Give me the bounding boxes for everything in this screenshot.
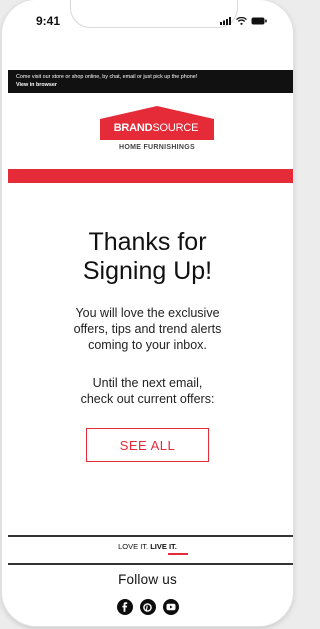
status-icons	[220, 17, 267, 25]
headline-line-2: Signing Up!	[82, 257, 213, 285]
status-time: 9:41	[36, 14, 61, 28]
logo-brand-bold: BRAND	[113, 122, 153, 134]
brandsource-logo[interactable]: BRANDSOURCE HOME FURNISHINGS	[2, 106, 293, 160]
headline-line-1: Thanks for	[88, 228, 207, 256]
social-links	[2, 599, 293, 615]
footer-divider-bottom	[8, 563, 293, 565]
intro-line-1: You will love the exclusive	[75, 306, 220, 320]
intro-line-3: coming to your inbox.	[88, 338, 207, 352]
offers-line-1: Until the next email,	[92, 376, 203, 390]
intro-line-2: offers, tips and trend alerts	[73, 322, 222, 336]
view-in-browser-link[interactable]: View in browser	[16, 81, 293, 89]
see-all-button[interactable]: SEE ALL	[86, 428, 209, 462]
footer-divider-top	[8, 535, 293, 537]
logo-tagline: HOME FURNISHINGS	[119, 144, 195, 151]
red-divider-band	[8, 169, 293, 183]
offers-paragraph: Until the next email, check out current …	[2, 375, 293, 407]
battery-icon	[251, 17, 267, 25]
slogan-part-1: LOVE IT.	[118, 542, 151, 551]
phone-frame: 9:41 Come visit our store or shop online…	[2, 0, 293, 626]
youtube-icon[interactable]	[162, 599, 179, 615]
follow-us-heading: Follow us	[118, 572, 177, 587]
intro-paragraph: You will love the exclusive offers, tips…	[2, 305, 293, 353]
slogan-underline	[168, 553, 188, 555]
logo-wordmark: BRANDSOURCE	[100, 122, 212, 136]
page-title: Thanks for Signing Up!	[2, 228, 293, 286]
preheader-bar: Come visit our store or shop online, by …	[8, 70, 293, 93]
slogan-part-2: LIVE IT.	[150, 542, 177, 551]
slogan: LOVE IT. LIVE IT.	[2, 542, 293, 555]
wifi-icon	[236, 17, 247, 25]
preheader-message: Come visit our store or shop online, by …	[16, 74, 198, 80]
device-notch	[70, 0, 238, 28]
status-bar: 9:41	[2, 0, 293, 44]
logo-brand-light: SOURCE	[152, 122, 199, 134]
facebook-icon[interactable]	[116, 599, 133, 615]
signal-icon	[220, 17, 231, 25]
pinterest-icon[interactable]	[139, 599, 156, 615]
offers-line-2: check out current offers:	[80, 392, 215, 406]
